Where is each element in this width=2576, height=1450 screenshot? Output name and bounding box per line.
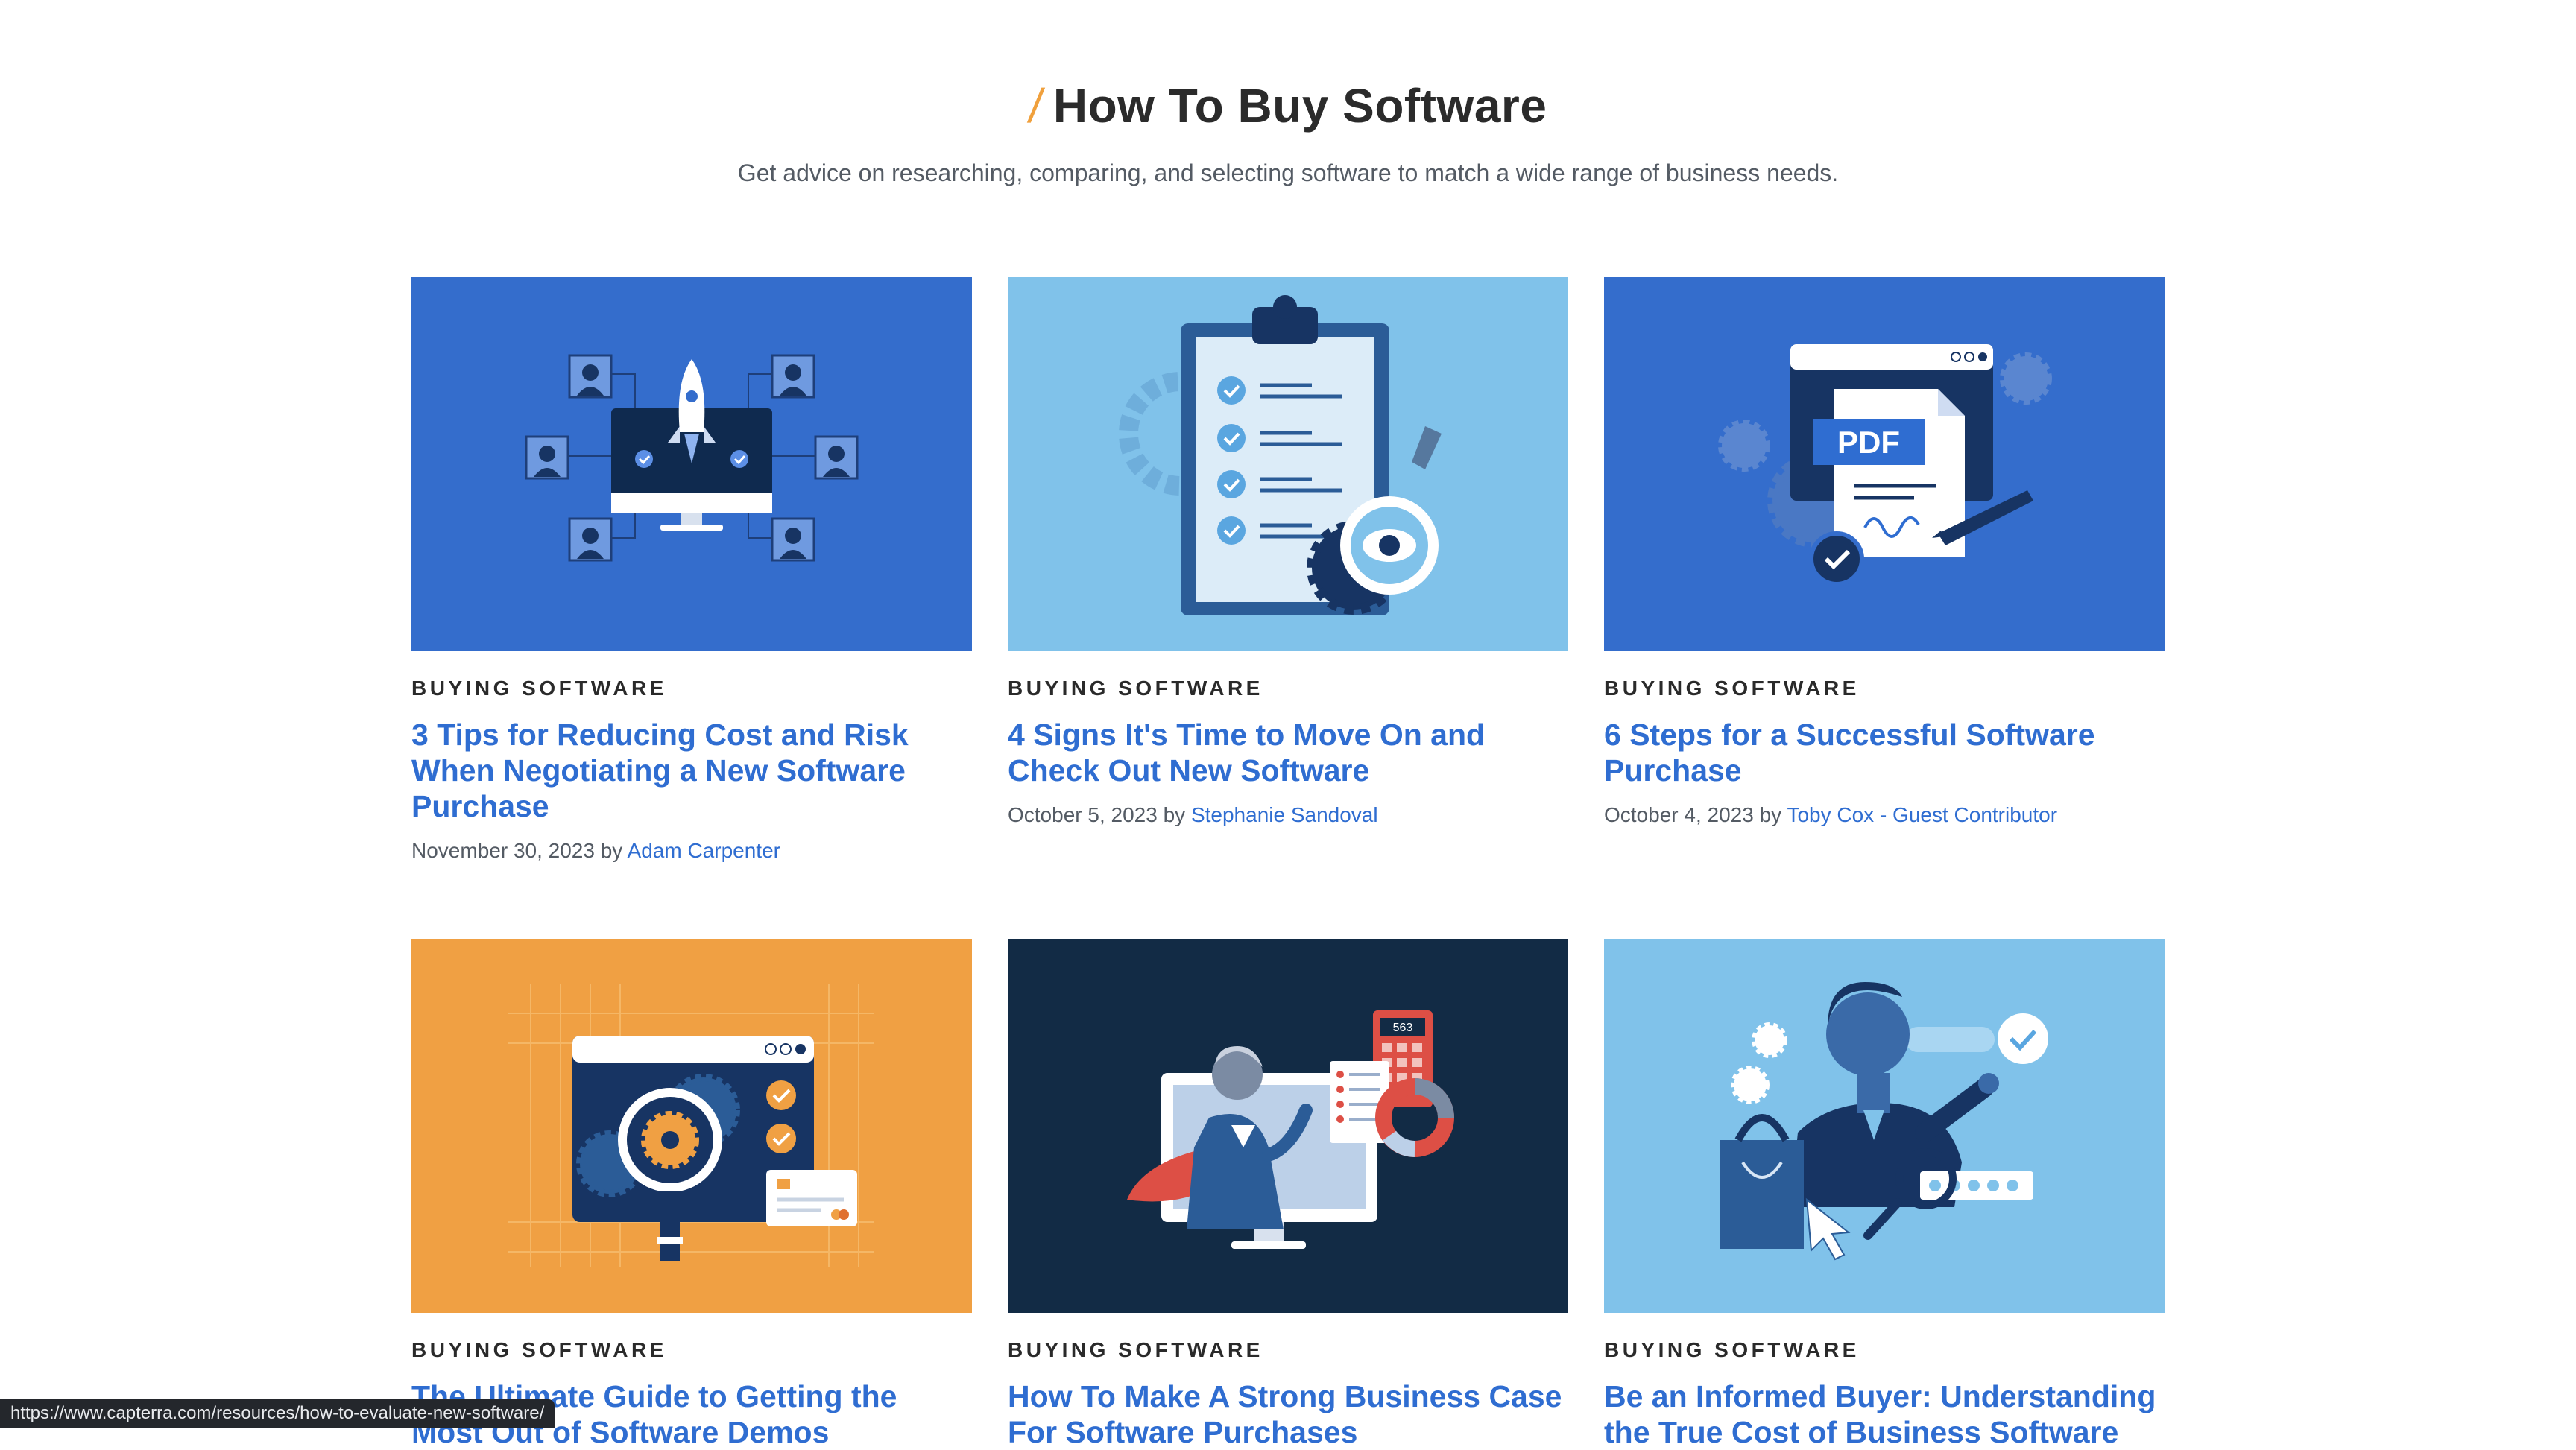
article-card: 563 BUYING SOFTWARE How To Make A Strong… xyxy=(1008,939,1568,1450)
article-category: BUYING SOFTWARE xyxy=(411,677,667,700)
article-category: BUYING SOFTWARE xyxy=(411,1338,667,1361)
article-category: BUYING SOFTWARE xyxy=(1604,677,1860,700)
article-title-link[interactable]: How To Make A Strong Business Case For S… xyxy=(1008,1378,1568,1450)
article-title-link[interactable]: 4 Signs It's Time to Move On and Check O… xyxy=(1008,717,1568,788)
article-card: BUYING SOFTWARE The Ultimate Guide to Ge… xyxy=(411,939,972,1450)
article-thumbnail[interactable] xyxy=(1008,277,1568,651)
calculator-display: 563 xyxy=(1393,1022,1413,1034)
pdf-contract-illustration: PDF xyxy=(1604,277,2165,651)
section-title: / How To Buy Software xyxy=(0,73,2576,139)
author-link[interactable]: Stephanie Sandoval xyxy=(1191,803,1378,826)
article-meta: November 30, 2023 by Adam Carpenter xyxy=(411,836,972,866)
article-thumbnail[interactable]: PDF xyxy=(1604,277,2165,651)
article-date: October 4, 2023 xyxy=(1604,803,1754,826)
article-title-link[interactable]: 6 Steps for a Successful Software Purcha… xyxy=(1604,717,2165,788)
article-meta: October 4, 2023 by Toby Cox - Guest Cont… xyxy=(1604,800,2165,830)
article-by: by xyxy=(1759,803,1782,826)
section-subtitle: Get advice on researching, comparing, an… xyxy=(737,159,1839,186)
article-date: October 5, 2023 xyxy=(1008,803,1158,826)
section-title-text: How To Buy Software xyxy=(1052,79,1547,133)
article-category: BUYING SOFTWARE xyxy=(1008,1338,1263,1361)
article-date: November 30, 2023 xyxy=(411,839,595,862)
article-meta: October 5, 2023 by Stephanie Sandoval xyxy=(1008,800,1568,830)
article-card: BUYING SOFTWARE Be an Informed Buyer: Un… xyxy=(1604,939,2165,1450)
article-category: BUYING SOFTWARE xyxy=(1008,677,1263,700)
article-card: BUYING SOFTWARE 4 Signs It's Time to Mov… xyxy=(1008,277,1568,830)
article-thumbnail[interactable] xyxy=(411,939,972,1313)
article-title-link[interactable]: 3 Tips for Reducing Cost and Risk When N… xyxy=(411,717,972,824)
article-card: BUYING SOFTWARE 3 Tips for Reducing Cost… xyxy=(411,277,972,866)
rocket-network-illustration xyxy=(411,277,972,651)
author-link[interactable]: Toby Cox - Guest Contributor xyxy=(1787,803,2057,826)
software-demo-illustration xyxy=(411,939,972,1313)
article-card: PDF BUYING SOFTWARE 6 Steps for a Succes… xyxy=(1604,277,2165,830)
article-category: BUYING SOFTWARE xyxy=(1604,1338,1860,1361)
informed-buyer-illustration xyxy=(1604,939,2165,1313)
section-header: / How To Buy Software Get advice on resea… xyxy=(0,73,2576,191)
article-by: by xyxy=(600,839,623,862)
article-thumbnail[interactable] xyxy=(1604,939,2165,1313)
article-title-link[interactable]: Be an Informed Buyer: Understanding the … xyxy=(1604,1378,2165,1450)
clipboard-checklist-illustration xyxy=(1008,277,1568,651)
article-thumbnail[interactable]: 563 xyxy=(1008,939,1568,1313)
article-by: by xyxy=(1163,803,1186,826)
author-link[interactable]: Adam Carpenter xyxy=(628,839,780,862)
title-slash-accent: / xyxy=(1025,79,1046,133)
business-case-illustration: 563 xyxy=(1008,939,1568,1313)
pdf-label: PDF xyxy=(1837,425,1900,460)
link-status-bar: https://www.capterra.com/resources/how-t… xyxy=(0,1399,555,1428)
article-thumbnail[interactable] xyxy=(411,277,972,651)
